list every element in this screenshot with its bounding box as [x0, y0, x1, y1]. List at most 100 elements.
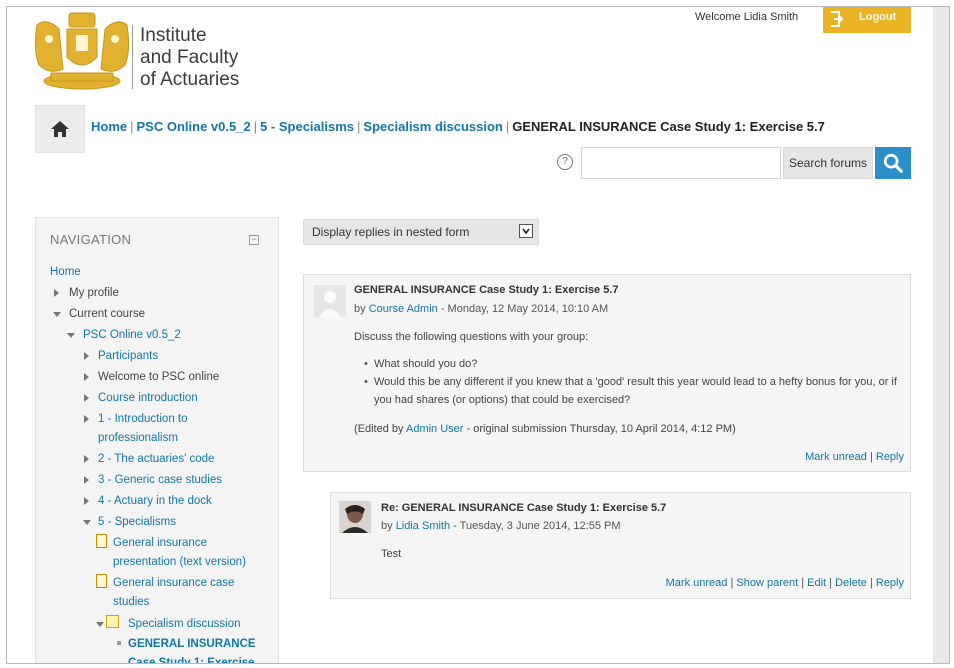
post-body: Test — [381, 548, 402, 560]
post-subject: Re: GENERAL INSURANCE Case Study 1: Exer… — [381, 502, 667, 514]
nav-item-course-introduction[interactable]: Course introduction — [98, 389, 198, 407]
nav-item-home[interactable]: Home — [50, 263, 81, 281]
expand-arrow-icon[interactable] — [84, 476, 89, 484]
mark-unread-link[interactable]: Mark unread — [666, 577, 728, 589]
expand-arrow-icon[interactable] — [54, 289, 59, 297]
collapse-icon[interactable]: − — [249, 235, 259, 245]
post-edit-note: (Edited by Admin User - original submiss… — [354, 423, 736, 435]
collapse-arrow-icon[interactable] — [53, 312, 61, 317]
reply-link[interactable]: Reply — [876, 577, 904, 589]
breadcrumb-current: GENERAL INSURANCE Case Study 1: Exercise… — [512, 119, 825, 134]
expand-arrow-icon[interactable] — [84, 373, 89, 381]
post-byline: by Course Admin - Monday, 12 May 2014, 1… — [354, 303, 608, 315]
breadcrumb-course[interactable]: PSC Online v0.5_2 — [137, 119, 251, 134]
logout-label: Logout — [859, 11, 897, 23]
crest-logo-icon[interactable] — [29, 11, 135, 97]
mark-unread-link[interactable]: Mark unread — [805, 451, 867, 463]
breadcrumb-home[interactable]: Home — [91, 119, 127, 134]
avatar-icon — [314, 285, 346, 317]
institute-name-line-2: and Faculty — [140, 47, 239, 68]
nav-item-section-4[interactable]: 4 - Actuary in the dock — [98, 492, 212, 510]
collapse-arrow-icon[interactable] — [83, 520, 91, 525]
nav-item-gi-presentation-cont[interactable]: presentation (text version) — [113, 553, 246, 571]
expand-arrow-icon[interactable] — [84, 497, 89, 505]
search-icon — [883, 153, 903, 173]
list-item: What should you do? — [364, 355, 904, 373]
search-button[interactable] — [875, 147, 911, 179]
delete-link[interactable]: Delete — [835, 577, 867, 589]
collapse-arrow-icon[interactable] — [67, 333, 75, 338]
reply-link[interactable]: Reply — [876, 451, 904, 463]
action-separator: | — [730, 577, 734, 589]
post-byline: by Lidia Smith - Tuesday, 3 June 2014, 1… — [381, 520, 621, 532]
breadcrumb-separator: | — [357, 119, 361, 134]
edit-author-link[interactable]: Admin User — [406, 423, 463, 435]
list-item: Would this be any different if you knew … — [364, 373, 904, 409]
breadcrumb-separator: | — [253, 119, 258, 134]
nav-item-gi-case-studies-cont[interactable]: studies — [113, 593, 149, 611]
action-separator: | — [829, 577, 833, 589]
display-mode-select[interactable]: Display replies in nested form — [303, 219, 539, 245]
nav-item-current-discussion-cont[interactable]: Case Study 1: Exercise — [128, 654, 255, 663]
nav-item-my-profile[interactable]: My profile — [69, 284, 119, 302]
help-icon[interactable]: ? — [557, 154, 573, 170]
nav-item-section-3[interactable]: 3 - Generic case studies — [98, 471, 222, 489]
breadcrumb-specialisms[interactable]: 5 - Specialisms — [260, 119, 354, 134]
expand-arrow-icon[interactable] — [84, 394, 89, 402]
nav-item-gi-case-studies[interactable]: General insurance case — [113, 574, 234, 592]
avatar — [339, 501, 371, 533]
chevron-down-icon — [519, 224, 533, 238]
byline-prefix: by — [354, 303, 366, 315]
forum-reply-post: Re: GENERAL INSURANCE Case Study 1: Exer… — [330, 492, 911, 599]
breadcrumb: Home | PSC Online v0.5_2 | 5 - Specialisms | S… — [91, 119, 825, 134]
breadcrumb-separator: | — [130, 119, 134, 134]
logo-divider — [132, 25, 133, 89]
nav-item-current-course[interactable]: Current course — [69, 305, 145, 323]
expand-arrow-icon[interactable] — [84, 415, 89, 423]
search-input[interactable] — [581, 147, 781, 179]
post-date: - Monday, 12 May 2014, 10:10 AM — [437, 303, 609, 315]
breadcrumb-separator: | — [505, 119, 510, 134]
nav-item-specialism-discussion[interactable]: Specialism discussion — [128, 615, 241, 633]
forum-icon — [106, 615, 119, 628]
show-parent-link[interactable]: Show parent — [736, 577, 798, 589]
home-button[interactable] — [35, 105, 85, 153]
nav-item-gi-presentation[interactable]: General insurance — [113, 534, 207, 552]
post-date: - Tuesday, 3 June 2014, 12:55 PM — [450, 520, 621, 532]
edit-link[interactable]: Edit — [807, 577, 826, 589]
nav-item-section-1[interactable]: 1 - Introduction to — [98, 410, 188, 428]
bullet-icon — [117, 641, 121, 645]
scrollbar-track[interactable] — [933, 7, 949, 663]
nav-item-current-discussion[interactable]: GENERAL INSURANCE — [128, 635, 256, 653]
nav-item-participants[interactable]: Participants — [98, 347, 158, 365]
collapse-arrow-icon[interactable] — [96, 622, 104, 627]
welcome-text: Welcome Lidia Smith — [695, 11, 799, 23]
nav-item-section-2[interactable]: 2 - The actuaries' code — [98, 450, 214, 468]
post-author-link[interactable]: Course Admin — [369, 303, 438, 315]
forum-post: GENERAL INSURANCE Case Study 1: Exercise… — [303, 274, 911, 472]
search-forums-label: Search forums — [783, 147, 873, 179]
expand-arrow-icon[interactable] — [84, 455, 89, 463]
expand-arrow-icon[interactable] — [84, 352, 89, 360]
institute-name-line-3: of Actuaries — [140, 69, 240, 90]
post-author-link[interactable]: Lidia Smith — [396, 520, 450, 532]
logout-icon — [831, 11, 843, 27]
action-separator: | — [801, 577, 805, 589]
nav-item-welcome[interactable]: Welcome to PSC online — [98, 368, 219, 386]
nav-item-section-5[interactable]: 5 - Specialisms — [98, 513, 176, 531]
byline-prefix: by — [381, 520, 393, 532]
edit-note-prefix: (Edited by — [354, 423, 406, 435]
nav-item-course[interactable]: PSC Online v0.5_2 — [83, 326, 181, 344]
page-icon — [96, 534, 107, 548]
navigation-title: NAVIGATION — [50, 232, 132, 247]
edit-note-suffix: - original submission Thursday, 10 April… — [463, 423, 736, 435]
post-actions: Mark unread | Show parent | Edit | Delet… — [666, 577, 904, 589]
post-bullet-list: What should you do? Would this be any di… — [364, 355, 904, 409]
home-icon — [51, 121, 69, 137]
nav-item-section-1-cont[interactable]: professionalism — [98, 429, 178, 447]
page-icon — [96, 574, 107, 588]
logout-button[interactable]: Logout — [823, 7, 911, 33]
post-subject: GENERAL INSURANCE Case Study 1: Exercise… — [354, 284, 619, 296]
breadcrumb-specialism-discussion[interactable]: Specialism discussion — [363, 119, 502, 134]
post-intro-text: Discuss the following questions with you… — [354, 331, 589, 343]
